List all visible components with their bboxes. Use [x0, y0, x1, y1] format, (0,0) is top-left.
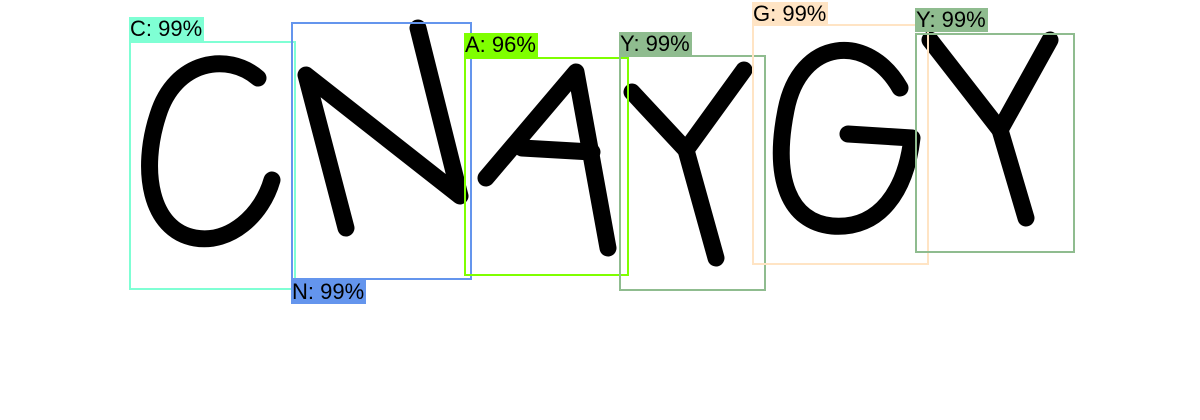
bounding-box-g: [752, 24, 929, 265]
detection-label-y: Y: 99%: [915, 7, 988, 32]
detection-label-c: C: 99%: [129, 16, 205, 41]
bounding-box-n: [291, 22, 472, 280]
bounding-box-y: [619, 55, 766, 291]
detection-label-g: G: 99%: [752, 1, 829, 26]
detection-label-y: Y: 99%: [619, 31, 692, 56]
detection-label-n: N: 99%: [291, 279, 367, 304]
detection-canvas: C: 99% N: 99% A: 96% Y: 99% G: 99% Y: 99%: [0, 0, 1200, 420]
bounding-box-y: [915, 33, 1075, 253]
detection-label-a: A: 96%: [464, 32, 538, 57]
bounding-box-c: [129, 41, 296, 290]
bounding-box-a: [464, 57, 629, 276]
